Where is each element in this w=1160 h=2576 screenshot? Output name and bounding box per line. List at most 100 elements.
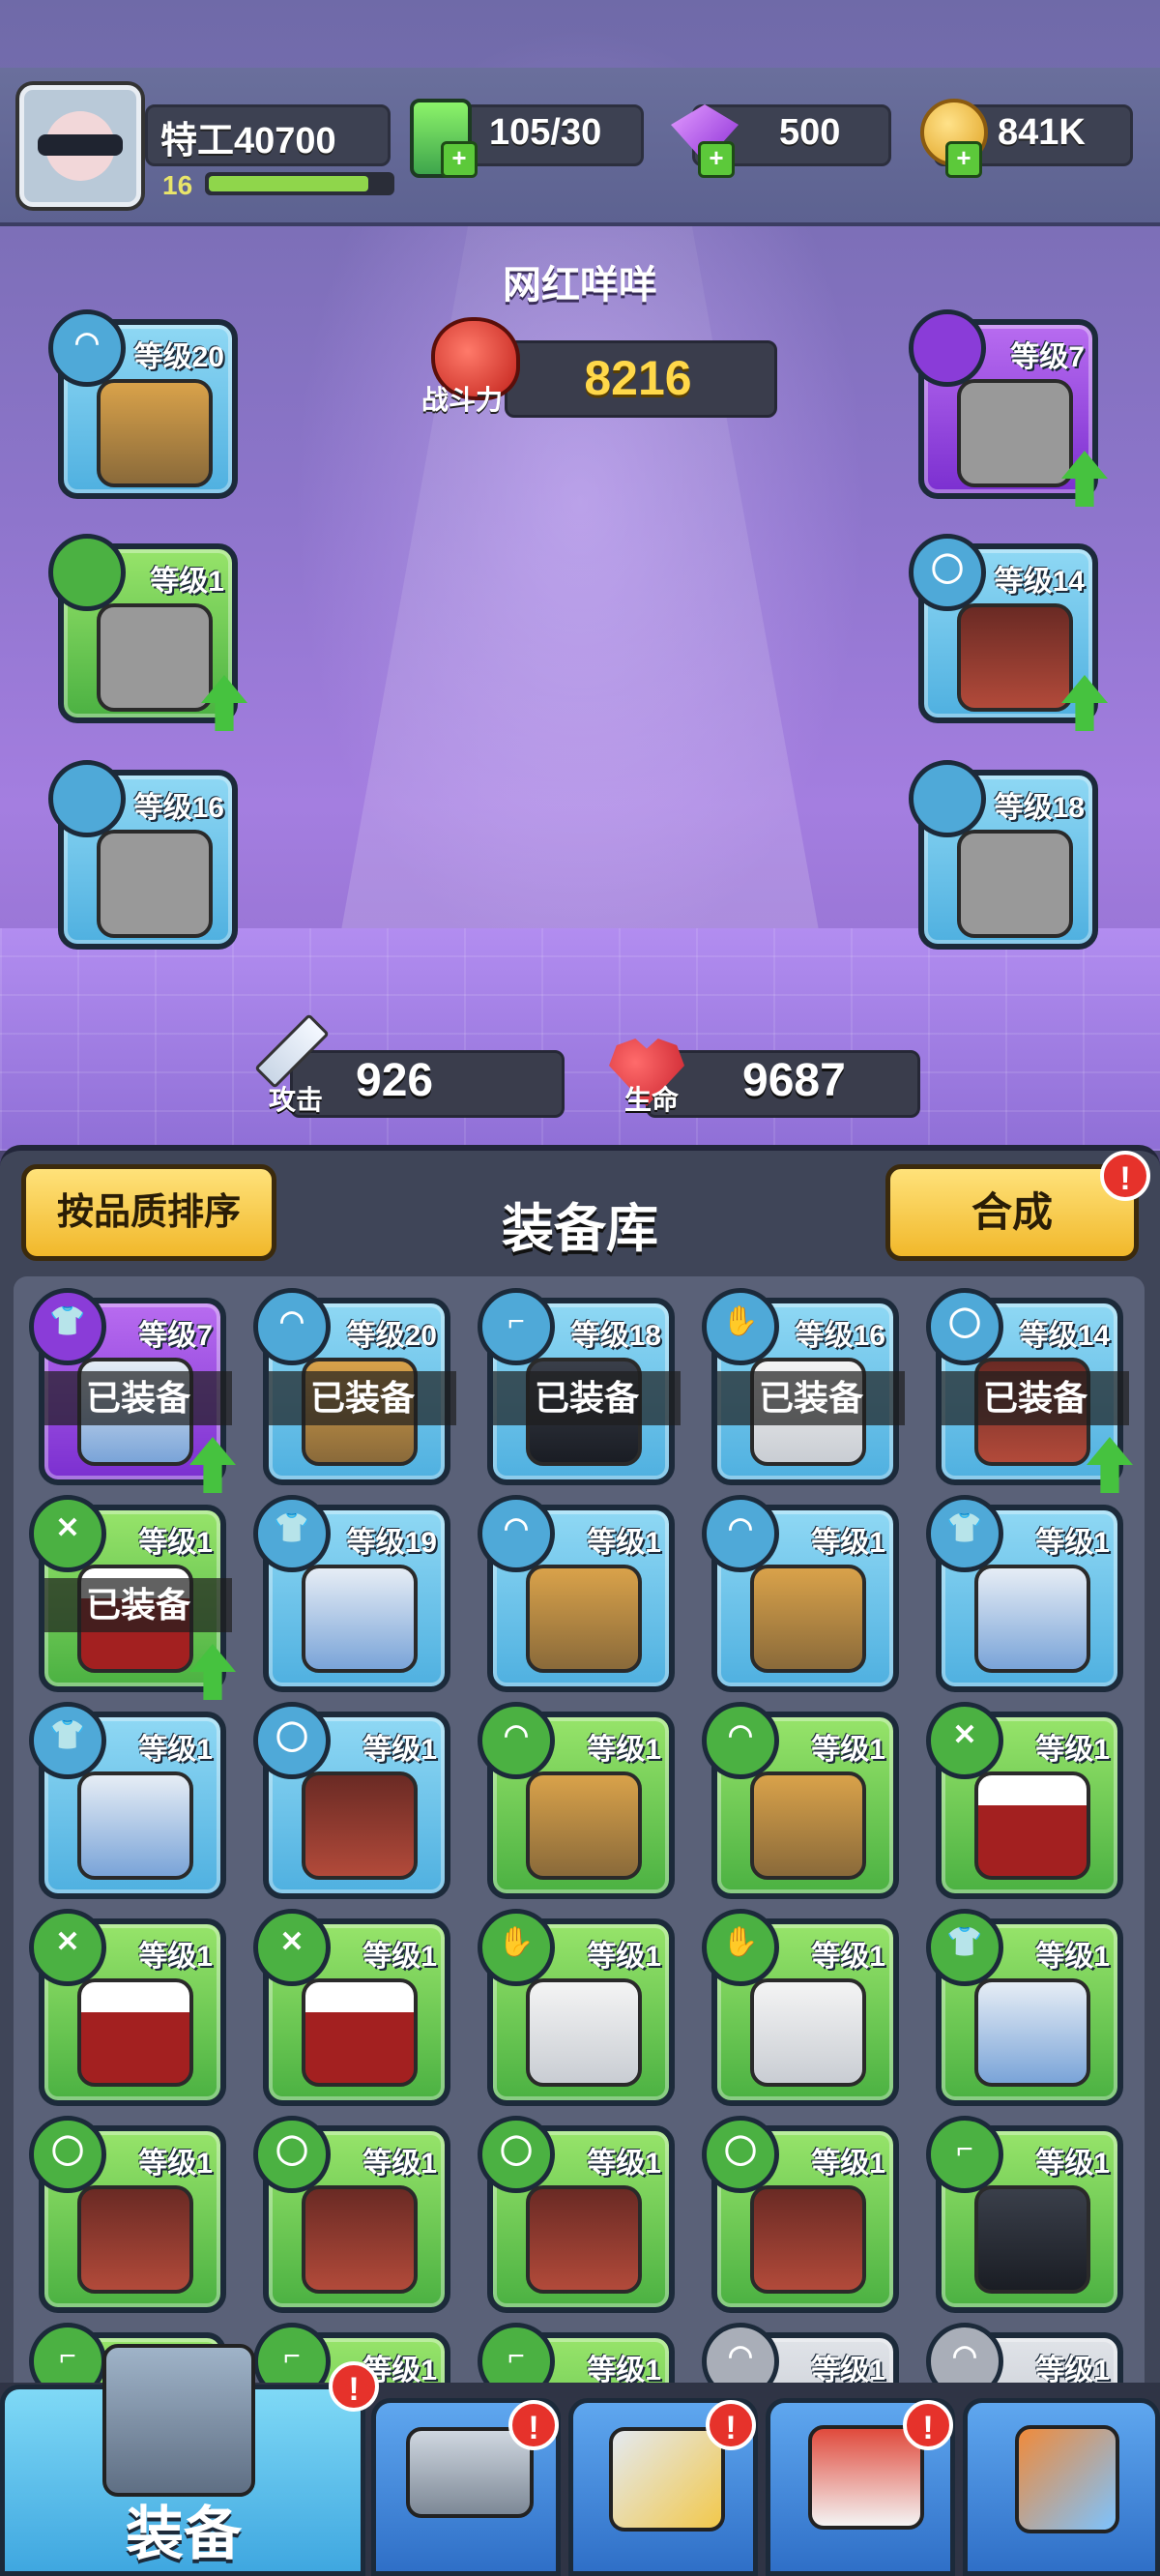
inventory-item-hat[interactable]: ◠ 等级1	[478, 1702, 675, 1899]
equipped-slot-hat[interactable]: ◠ 等级20	[48, 309, 238, 499]
glove-item-icon	[750, 1978, 866, 2087]
inventory-cell[interactable]: ◠ 等级1	[702, 1495, 899, 1692]
inventory-cell[interactable]: ✋ 等级16 已装备	[702, 1288, 905, 1485]
shirt-type-icon: 👕	[926, 1495, 1003, 1572]
item-level: 等级1	[138, 1941, 213, 1973]
inventory-cell[interactable]: ⌐ 等级1	[926, 2116, 1123, 2313]
sort-by-quality-button[interactable]: 按品质排序	[21, 1164, 276, 1261]
tie-type-icon: ✕	[29, 1909, 106, 1986]
item-level: 等级1	[587, 1941, 661, 1973]
hat-item-icon	[97, 379, 213, 487]
player-avatar[interactable]	[19, 85, 141, 207]
inventory-item-shirt[interactable]: 👕 等级1	[926, 1909, 1123, 2106]
xp-bar	[205, 172, 394, 195]
inventory-item-glove[interactable]: ✋ 等级1	[702, 1909, 899, 2106]
inventory-item-tie[interactable]: ✕ 等级1 已装备	[29, 1495, 236, 1700]
inventory-cell[interactable]: 👕 等级1	[926, 1909, 1123, 2106]
inventory-item-hat[interactable]: ◠ 等级1	[702, 1495, 899, 1692]
inventory-cell[interactable]: ◯ 等级1	[702, 2116, 899, 2313]
item-level: 等级1	[1035, 1941, 1110, 1973]
inventory-cell[interactable]: ◯ 等级14 已装备	[926, 1288, 1133, 1493]
inventory-cell[interactable]: ◯ 等级1	[253, 2116, 450, 2313]
inventory-cell[interactable]: 👕 等级1	[926, 1495, 1123, 1692]
belt-type-icon: ◯	[926, 1288, 1003, 1365]
player-level: 16	[162, 170, 193, 200]
inventory-item-belt[interactable]: ◯ 等级1	[29, 2116, 226, 2313]
inventory-cell[interactable]: ◯ 等级1	[478, 2116, 675, 2313]
inventory-cell[interactable]: 👕 等级1	[29, 1702, 226, 1899]
inventory-cell[interactable]: ✋ 等级1	[702, 1909, 899, 2106]
inventory-item-hat[interactable]: ◠ 等级1	[702, 1702, 899, 1899]
weapons-alert-badge: !	[508, 2400, 559, 2450]
equipped-tag: 已装备	[942, 1371, 1129, 1425]
tie-type-icon: ✕	[926, 1702, 1003, 1779]
battle-alert-badge: !	[706, 2400, 756, 2450]
add-energy-button[interactable]: +	[441, 141, 478, 178]
belt-item-icon	[302, 2185, 418, 2294]
item-level: 等级1	[1035, 1734, 1110, 1766]
dna-icon	[1015, 2425, 1119, 2533]
neck-item-icon	[97, 603, 213, 712]
inventory-cell[interactable]: ✋ 等级1	[478, 1909, 675, 2106]
belt-type-icon: ◯	[253, 2116, 331, 2193]
inventory-item-shirt[interactable]: 👕 等级19	[253, 1495, 450, 1692]
inventory-cell[interactable]: ◠ 等级1	[702, 1702, 899, 1899]
inventory-item-belt[interactable]: ◯ 等级14 已装备	[926, 1288, 1133, 1493]
inventory-item-boot[interactable]: ⌐ 等级1	[926, 2116, 1123, 2313]
inventory-cell[interactable]: 👕 等级7 已装备	[29, 1288, 236, 1493]
inventory-cell[interactable]: ◠ 等级1	[478, 1495, 675, 1692]
equipped-slot-armor[interactable]: 等级7	[909, 309, 1108, 507]
hat-item-icon	[750, 1771, 866, 1880]
inventory-item-glove[interactable]: ✋ 等级1	[478, 1909, 675, 2106]
power-label: 战斗力	[421, 385, 504, 415]
inventory-item-tie[interactable]: ✕ 等级1	[29, 1909, 226, 2106]
inventory-cell[interactable]: 👕 等级19	[253, 1495, 450, 1692]
inventory-cell[interactable]: ◠ 等级20 已装备	[253, 1288, 456, 1485]
inventory-item-hat[interactable]: ◠ 等级1	[478, 1495, 675, 1692]
add-gems-button[interactable]: +	[698, 141, 735, 178]
inventory-cell[interactable]: ✕ 等级1 已装备	[29, 1495, 236, 1700]
inventory-cell[interactable]: ⌐ 等级18 已装备	[478, 1288, 681, 1485]
energy-value: 105/30	[489, 112, 602, 153]
equipped-tag: 已装备	[493, 1371, 681, 1425]
shirt-item-icon	[302, 1565, 418, 1673]
inventory-item-shirt[interactable]: 👕 等级7 已装备	[29, 1288, 236, 1493]
inventory-cell[interactable]: ◯ 等级1	[29, 2116, 226, 2313]
inventory-cell[interactable]: ✕ 等级1	[29, 1909, 226, 2106]
equipped-tag: 已装备	[269, 1371, 456, 1425]
equipped-slot-belt[interactable]: ◯ 等级14	[909, 534, 1108, 731]
boot-item-icon	[974, 2185, 1090, 2294]
equipped-slot-boots[interactable]: 等级18	[909, 760, 1098, 950]
item-level: 等级18	[994, 792, 1085, 824]
inventory-cell[interactable]: ◠ 等级1	[478, 1702, 675, 1899]
equipped-slot-neck[interactable]: 等级1	[48, 534, 247, 731]
item-level: 等级19	[346, 1527, 437, 1559]
inventory-cell[interactable]: ✕ 等级1	[253, 1909, 450, 2106]
add-coins-button[interactable]: +	[945, 141, 982, 178]
hero-name: 网红咩咩	[503, 264, 657, 307]
inventory-item-shirt[interactable]: 👕 等级1	[926, 1495, 1123, 1692]
inventory-item-tie[interactable]: ✕ 等级1	[926, 1702, 1123, 1899]
boots-type-icon	[909, 760, 986, 837]
inventory-item-boot[interactable]: ⌐ 等级18 已装备	[478, 1288, 681, 1485]
inventory-item-glove[interactable]: ✋ 等级16 已装备	[702, 1288, 905, 1485]
inventory-item-belt[interactable]: ◯ 等级1	[253, 2116, 450, 2313]
armor-type-icon	[909, 309, 986, 387]
inventory-item-hat[interactable]: ◠ 等级20 已装备	[253, 1288, 456, 1485]
inventory-cell[interactable]: ✕ 等级1	[926, 1702, 1123, 1899]
item-level: 等级1	[362, 1734, 437, 1766]
glove-type-icon: ✋	[702, 1909, 779, 1986]
gem-value: 500	[779, 112, 841, 153]
hat-item-icon	[750, 1565, 866, 1673]
inventory-cell[interactable]: ◯ 等级1	[253, 1702, 450, 1899]
inventory-item-belt[interactable]: ◯ 等级1	[253, 1702, 450, 1899]
tie-item-icon	[302, 1978, 418, 2087]
inventory-item-belt[interactable]: ◯ 等级1	[702, 2116, 899, 2313]
item-level: 等级1	[811, 1734, 885, 1766]
hp-label: 生命	[624, 1085, 680, 1115]
inventory-item-belt[interactable]: ◯ 等级1	[478, 2116, 675, 2313]
inventory-item-tie[interactable]: ✕ 等级1	[253, 1909, 450, 2106]
inventory-item-shirt[interactable]: 👕 等级1	[29, 1702, 226, 1899]
equipped-slot-gloves[interactable]: 等级16	[48, 760, 238, 950]
shirt-item-icon	[974, 1978, 1090, 2087]
